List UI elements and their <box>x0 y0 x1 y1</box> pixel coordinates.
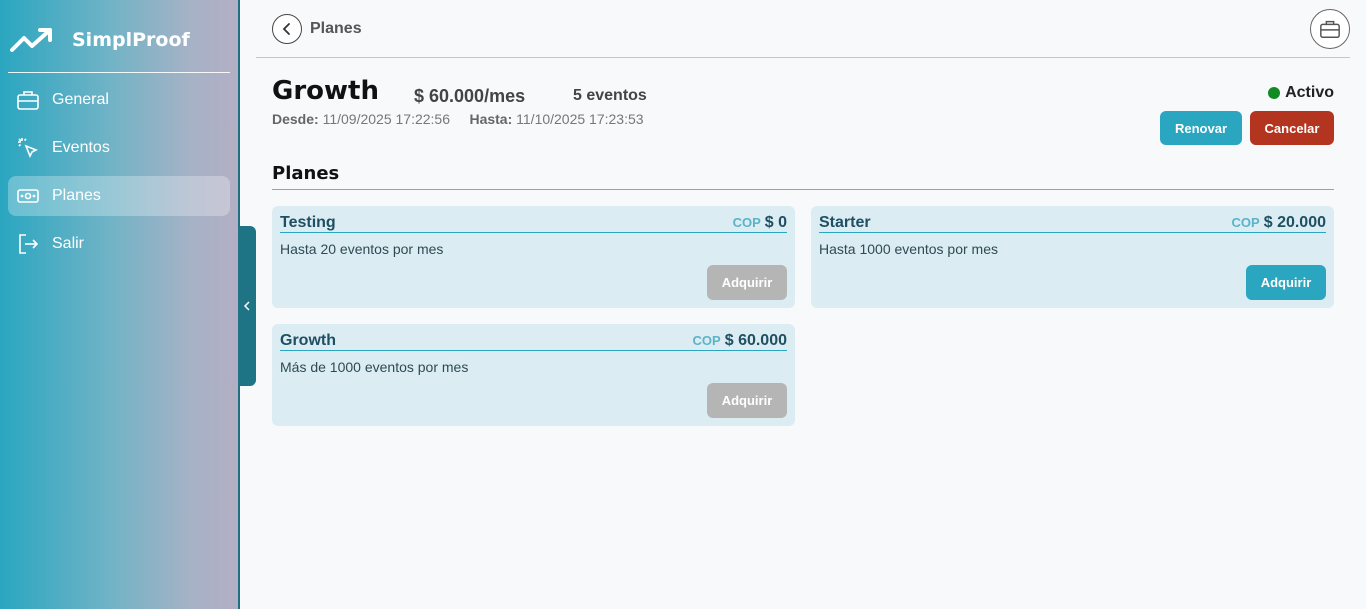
acquire-button[interactable]: Adquirir <box>707 383 787 418</box>
status-badge: Activo <box>1268 84 1334 102</box>
page-title: Planes <box>310 20 362 37</box>
briefcase-icon <box>1320 20 1340 38</box>
plan-card-price: COP $ 0 <box>733 214 787 232</box>
plan-card-description: Hasta 1000 eventos por mes <box>819 241 998 257</box>
current-plan-price: $ 60.000/mes <box>414 86 526 106</box>
cancel-button[interactable]: Cancelar <box>1250 111 1334 145</box>
current-plan-events: 5 eventos <box>573 87 647 104</box>
plan-card-header: Starter COP $ 20.000 <box>819 214 1326 233</box>
currency-label: COP <box>732 215 761 230</box>
section-divider <box>272 189 1334 190</box>
renew-button[interactable]: Renovar <box>1160 111 1242 145</box>
status-label: Activo <box>1285 84 1334 101</box>
plan-card-title: Growth <box>280 332 336 349</box>
click-cursor-icon <box>16 136 40 160</box>
account-button[interactable] <box>1310 9 1350 49</box>
sidebar-nav: General Eventos Planes Salir <box>8 80 230 272</box>
price-value: $ 20.000 <box>1263 214 1326 231</box>
sidebar-item-general[interactable]: General <box>8 80 230 120</box>
currency-label: COP <box>1231 215 1260 230</box>
plan-card-description: Hasta 20 eventos por mes <box>280 241 444 257</box>
to-label: Hasta: <box>469 111 513 127</box>
money-icon <box>16 184 40 208</box>
currency-label: COP <box>692 333 721 348</box>
sidebar-item-salir[interactable]: Salir <box>8 224 230 264</box>
price-value: $ 60.000 <box>724 332 787 349</box>
acquire-button[interactable]: Adquirir <box>1246 265 1326 300</box>
plan-card-starter: Starter COP $ 20.000 Hasta 1000 eventos p… <box>811 206 1334 308</box>
sidebar: SimplProof General Eventos Planes Salir <box>0 0 240 609</box>
plan-card-header: Testing COP $ 0 <box>280 214 787 233</box>
plan-card-price: COP $ 20.000 <box>1232 214 1326 232</box>
brand-name: SimplProof <box>72 29 190 51</box>
to-value: 11/10/2025 17:23:53 <box>516 111 644 127</box>
chevron-left-icon <box>243 301 250 311</box>
briefcase-icon <box>16 88 40 112</box>
plan-card-testing: Testing COP $ 0 Hasta 20 eventos por mes … <box>272 206 795 308</box>
chevron-left-icon <box>282 23 290 35</box>
sidebar-item-label: Eventos <box>52 139 110 156</box>
from-label: Desde: <box>272 111 319 127</box>
plan-dates: Desde: 11/09/2025 17:22:56 Hasta: 11/10/… <box>272 111 644 127</box>
section-title: Planes <box>272 163 340 184</box>
status-dot-icon <box>1268 87 1281 99</box>
current-plan-name: Growth <box>272 76 379 106</box>
sidebar-collapse-button[interactable] <box>238 226 256 386</box>
acquire-button[interactable]: Adquirir <box>707 265 787 300</box>
sidebar-divider <box>8 72 230 73</box>
plan-card-title: Testing <box>280 214 336 231</box>
top-bar: Planes <box>256 0 1350 58</box>
sidebar-item-planes[interactable]: Planes <box>8 176 230 216</box>
brand[interactable]: SimplProof <box>10 26 190 54</box>
trending-up-icon <box>10 28 52 52</box>
sidebar-item-label: Salir <box>52 235 85 252</box>
plan-card-price: COP $ 60.000 <box>693 332 787 350</box>
logout-icon <box>16 232 40 256</box>
plan-card-description: Más de 1000 eventos por mes <box>280 359 469 375</box>
back-button[interactable] <box>272 14 302 44</box>
sidebar-item-eventos[interactable]: Eventos <box>8 128 230 168</box>
plan-card-growth: Growth COP $ 60.000 Más de 1000 eventos p… <box>272 324 795 426</box>
sidebar-item-label: General <box>52 91 109 108</box>
from-value: 11/09/2025 17:22:56 <box>322 111 450 127</box>
plan-card-title: Starter <box>819 214 871 231</box>
plan-card-header: Growth COP $ 60.000 <box>280 332 787 351</box>
price-value: $ 0 <box>764 214 787 231</box>
sidebar-item-label: Planes <box>52 187 101 204</box>
